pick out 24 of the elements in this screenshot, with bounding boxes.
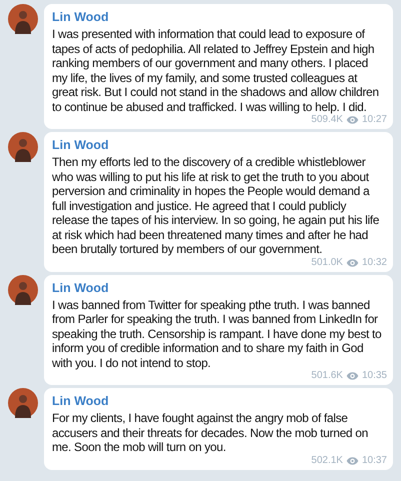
avatar[interactable] [8,132,38,162]
author-name[interactable]: Lin Wood [52,394,109,409]
message-text: I was presented with information that could lead to exposure of tapes of acts of pedophilia. All related to Jeffrey Epstein and high ranking members of our government and many others. I placed my life, the lives of my family, and some trusted colleagues at great risk. But I could not stand in the shadows and allow children to continue be abused and trafficked. I was willing to help. I did. [52,27,380,114]
view-count: 502.1K [311,454,343,466]
message-time: 10:27 [362,114,387,126]
author-name[interactable]: Lin Wood [52,10,109,25]
view-count: 501.0K [311,256,343,268]
eye-icon [346,371,359,381]
message-time: 10:32 [362,256,387,268]
view-count: 509.4K [311,114,343,126]
avatar[interactable] [8,4,38,34]
eye-icon [346,258,359,268]
message-time: 10:37 [362,454,387,466]
eye-icon [346,456,359,466]
message-time: 10:35 [362,370,387,382]
eye-icon [346,115,359,125]
author-name[interactable]: Lin Wood [52,138,109,153]
message-text: For my clients, I have fought against the angry mob of false accusers and their threats for decades. Now the mob turned on me. Soon the mob will turn on you. [52,411,369,454]
avatar[interactable] [8,274,38,304]
avatar[interactable] [8,388,38,418]
message-text: Then my efforts led to the discovery of a credible whistleblower who was willing to put his life at risk to get the truth to you about perversion and criminality in hopes the People would demand a full investigation and justice. He agreed that I could publicly release the tapes of his interview. In so going, he again put his life at risk which had been threatened many times and after he had been brutally tortured by members of our government. [52,155,380,256]
message-text: I was banned from Twitter for speaking pthe truth. I was banned from Parler for speaking the truth. I was banned from LinkedIn for speaking the truth. Censorship is rampant. I have done my best to inform you of credible information and to share my faith in God with you. I do not intend to stop. [52,298,382,370]
author-name[interactable]: Lin Wood [52,280,109,296]
view-count: 501.6K [311,370,343,382]
